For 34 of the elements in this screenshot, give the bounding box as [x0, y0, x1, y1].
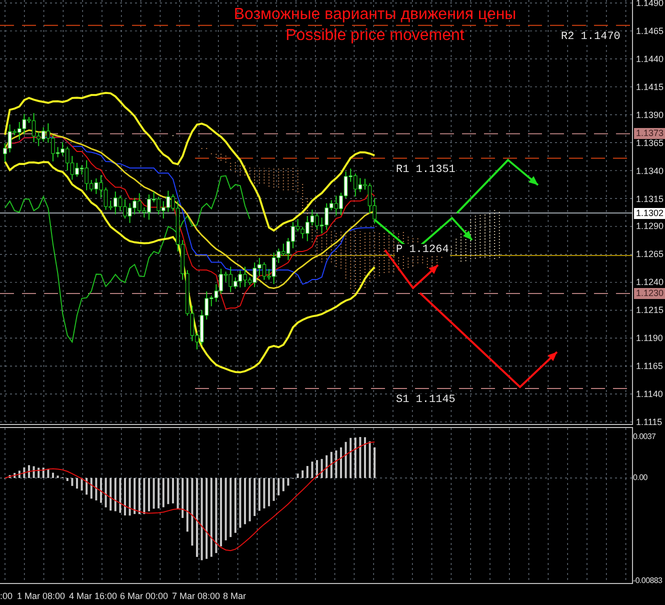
pivot-label: R2 1.1470 [560, 31, 622, 44]
price-badge: 1.1230 [634, 288, 665, 299]
price-tick-label: 1.1365 [636, 138, 664, 149]
price-tick-label: 1.1390 [636, 110, 664, 121]
price-tick-label: 1.1190 [636, 333, 663, 344]
pivot-label: R1 1.1351 [395, 164, 456, 176]
chart-subtitle: Possible price movement [284, 26, 466, 45]
price-tick-label: 1.1315 [636, 194, 664, 204]
price-tick-label: 1.1465 [636, 26, 664, 37]
price-tick-label: 1.1165 [636, 361, 663, 372]
macd-tick-label: -0.00883 [633, 575, 662, 586]
time-tick-label: 1 Mar 08:00 [17, 591, 66, 602]
price-tick-label: 1.1340 [636, 166, 664, 177]
price-badge: 1.1302 [634, 208, 665, 219]
pivot-label: S1 1.1145 [395, 394, 456, 406]
price-tick-label: 1.1240 [636, 277, 664, 288]
price-tick-label: 1.1290 [636, 221, 664, 232]
macd-tick-label: 0.0037 [633, 431, 656, 442]
time-tick-label: 6 Mar 00:00 [120, 591, 168, 602]
time-tick-label: 8 Mar [223, 591, 246, 602]
price-tick-label: 1.1115 [636, 416, 662, 428]
macd-tick-label: 0.00 [633, 472, 648, 483]
price-tick-label: 1.1140 [636, 389, 663, 400]
price-tick-label: 1.1440 [636, 54, 664, 65]
price-tick-label: 1.1490 [636, 0, 664, 9]
price-badge: 1.1373 [634, 128, 665, 140]
pivot-label: P 1.1264 [395, 244, 450, 256]
time-tick-label: 7 Mar 08:00 [172, 591, 220, 602]
price-tick-label: 1.1215 [636, 305, 664, 316]
chart-title: Возможные варианты движения цены [232, 5, 518, 24]
price-tick-label: 1.1415 [636, 82, 664, 93]
time-tick-label: 4 Mar 16:00 [69, 591, 118, 602]
price-tick-label: 1.1265 [636, 249, 664, 260]
time-tick-label: :00 [0, 591, 13, 602]
